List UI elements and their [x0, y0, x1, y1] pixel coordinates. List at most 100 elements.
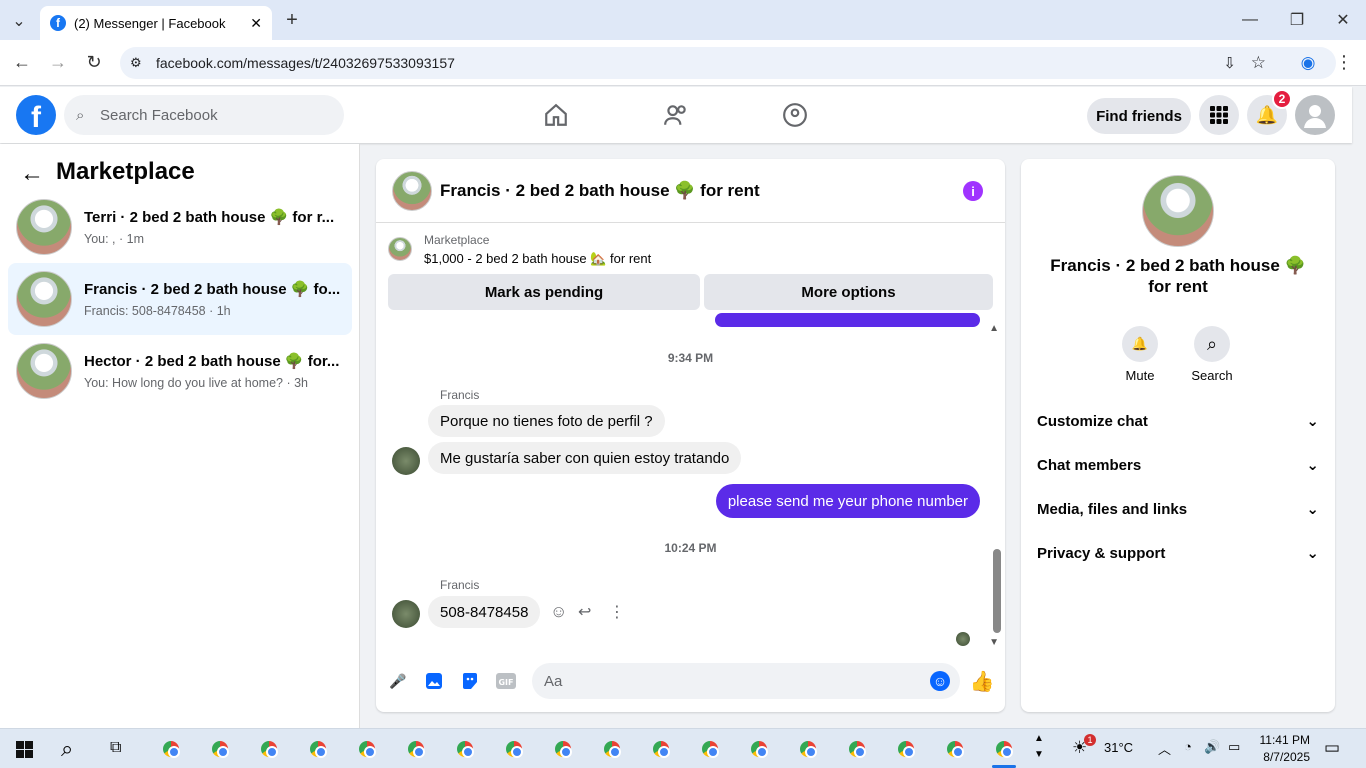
listing-profile-image[interactable]: [1142, 175, 1214, 247]
chrome-taskbar-icon[interactable]: [598, 735, 626, 763]
battery-icon[interactable]: ▭: [1228, 739, 1240, 755]
francis-avatar[interactable]: [392, 600, 420, 628]
chrome-taskbar-icon[interactable]: [892, 735, 920, 763]
bookmark-star-icon[interactable]: ☆: [1251, 53, 1266, 73]
react-emoji-icon[interactable]: ☺: [550, 602, 567, 622]
chrome-taskbar-icon[interactable]: [745, 735, 773, 763]
chrome-taskbar-icon[interactable]: [647, 735, 675, 763]
temperature[interactable]: 31°C: [1104, 740, 1133, 755]
wifi-icon[interactable]: ◔: [1184, 739, 1192, 754]
back-arrow-icon[interactable]: ←: [20, 160, 44, 188]
section-customize-chat[interactable]: Customize chat ⌄: [1037, 399, 1319, 443]
search-facebook-input[interactable]: ⌕ Search Facebook: [64, 95, 344, 135]
chat-title[interactable]: Francis · 2 bed 2 bath house 🌳 for rent: [440, 181, 760, 201]
message-input[interactable]: Aa ☺: [532, 663, 960, 699]
section-privacy-support[interactable]: Privacy & support ⌄: [1037, 531, 1319, 575]
microphone-icon[interactable]: 🎤: [388, 671, 408, 691]
chrome-taskbar-icon[interactable]: [353, 735, 381, 763]
conversation-name: Hector · 2 bed 2 bath house 🌳 for...: [84, 353, 340, 370]
my-message-bubble[interactable]: please send me yeur phone number: [715, 484, 980, 518]
chrome-taskbar-icon[interactable]: [941, 735, 969, 763]
tab-list-button[interactable]: ⌄: [8, 10, 30, 32]
close-window-button[interactable]: ✕: [1333, 10, 1353, 30]
notification-badge: 2: [1272, 89, 1292, 109]
more-options-button[interactable]: More options: [704, 274, 993, 310]
conversation-item[interactable]: Terri · 2 bed 2 bath house 🌳 for r... You…: [8, 191, 352, 263]
chrome-taskbar-icon[interactable]: [157, 735, 185, 763]
listing-thumbnail: [16, 199, 72, 255]
photo-icon[interactable]: [424, 671, 444, 691]
account-avatar[interactable]: [1295, 95, 1335, 135]
section-chat-members[interactable]: Chat members ⌄: [1037, 443, 1319, 487]
more-actions-icon[interactable]: ⋮: [609, 602, 625, 622]
francis-avatar[interactable]: [392, 447, 420, 475]
chrome-taskbar-icon[interactable]: [255, 735, 283, 763]
section-media-files-links[interactable]: Media, files and links ⌄: [1037, 487, 1319, 531]
groups-icon[interactable]: [781, 101, 809, 129]
forward-icon[interactable]: →: [48, 52, 68, 72]
mark-as-pending-button[interactable]: Mark as pending: [388, 274, 700, 310]
find-friends-button[interactable]: Find friends: [1087, 98, 1191, 134]
start-icon[interactable]: [16, 741, 33, 758]
volume-icon[interactable]: 🔊: [1204, 739, 1220, 755]
svg-text:GIF: GIF: [498, 678, 513, 687]
seen-avatar: [956, 632, 970, 646]
install-app-icon[interactable]: ⇩: [1223, 54, 1236, 72]
composer-placeholder: Aa: [544, 672, 563, 690]
chrome-taskbar-icon[interactable]: [402, 735, 430, 763]
scroll-up-icon[interactable]: ▲: [989, 323, 999, 334]
back-icon[interactable]: ←: [12, 52, 32, 72]
browser-tab[interactable]: f (2) Messenger | Facebook ✕: [40, 6, 272, 40]
maximize-button[interactable]: ❐: [1287, 10, 1307, 30]
new-tab-button[interactable]: +: [282, 9, 302, 31]
message-bubble[interactable]: Porque no tienes foto de perfil ?: [428, 405, 665, 437]
browser-tabbar: ⌄ f (2) Messenger | Facebook ✕ + — ❐ ✕: [0, 0, 1366, 40]
sticker-icon[interactable]: [460, 671, 480, 691]
mute-action[interactable]: 🔔 Mute: [1110, 326, 1170, 383]
menu-grid-button[interactable]: [1199, 95, 1239, 135]
chrome-taskbar-icon[interactable]: [206, 735, 234, 763]
browser-menu-icon[interactable]: ⋮: [1334, 52, 1354, 72]
chrome-taskbar-icon[interactable]: [843, 735, 871, 763]
gif-icon[interactable]: GIF: [496, 671, 516, 691]
chrome-taskbar-icon[interactable]: [451, 735, 479, 763]
info-icon[interactable]: i: [963, 181, 983, 201]
chrome-taskbar-icon[interactable]: [794, 735, 822, 763]
search-action[interactable]: ⌕ Search: [1182, 326, 1242, 383]
notification-center-icon[interactable]: ▭: [1324, 738, 1340, 758]
chat-avatar[interactable]: [392, 170, 432, 211]
scroll-down-icon[interactable]: ▼: [989, 637, 999, 648]
reply-icon[interactable]: ↩: [578, 602, 591, 622]
chrome-taskbar-icon-active[interactable]: [990, 735, 1018, 763]
message-composer: 🎤 GIF Aa ☺ 👍: [376, 659, 1005, 712]
sender-name: Francis: [440, 388, 480, 402]
close-tab-icon[interactable]: ✕: [250, 15, 262, 32]
conversation-item-active[interactable]: Francis · 2 bed 2 bath house 🌳 fo... Fran…: [8, 263, 352, 335]
taskbar-overflow-icon[interactable]: ▲ ▼: [1034, 731, 1044, 763]
facebook-logo-icon[interactable]: f: [16, 95, 56, 135]
chrome-taskbar-icon[interactable]: [549, 735, 577, 763]
reload-icon[interactable]: ↻: [84, 52, 104, 72]
minimize-button[interactable]: —: [1240, 10, 1260, 30]
home-icon[interactable]: [542, 101, 570, 129]
taskbar-search-icon[interactable]: ⌕: [61, 736, 73, 762]
message-bubble[interactable]: 508-8478458: [428, 596, 541, 628]
emoji-picker-icon[interactable]: ☺: [930, 671, 950, 691]
chevron-down-icon: ⌄: [1306, 457, 1319, 474]
site-info-icon[interactable]: ⚙: [130, 55, 142, 71]
url-field[interactable]: ⚙ facebook.com/messages/t/24032697533093…: [120, 47, 1336, 79]
scrollbar-thumb[interactable]: [993, 549, 1001, 633]
thumbs-up-icon[interactable]: 👍: [970, 671, 995, 693]
marketplace-listing[interactable]: Marketplace $1,000 - 2 bed 2 bath house …: [388, 233, 651, 267]
chrome-taskbar-icon[interactable]: [500, 735, 528, 763]
chrome-taskbar-icon[interactable]: [696, 735, 724, 763]
facebook-navbar: f ⌕ Search Facebook Find friends 🔔: [0, 87, 1352, 143]
profile-icon[interactable]: ◉: [1297, 52, 1319, 74]
show-hidden-icons-icon[interactable]: ︿: [1158, 739, 1171, 758]
chrome-taskbar-icon[interactable]: [304, 735, 332, 763]
friends-icon[interactable]: [662, 101, 690, 129]
clock[interactable]: 11:41 PM 8/7/2025: [1256, 732, 1310, 766]
conversation-item[interactable]: Hector · 2 bed 2 bath house 🌳 for... You:…: [8, 335, 352, 407]
task-view-icon[interactable]: ⧉: [110, 739, 121, 757]
message-bubble[interactable]: Me gustaría saber con quien estoy tratan…: [428, 442, 742, 474]
